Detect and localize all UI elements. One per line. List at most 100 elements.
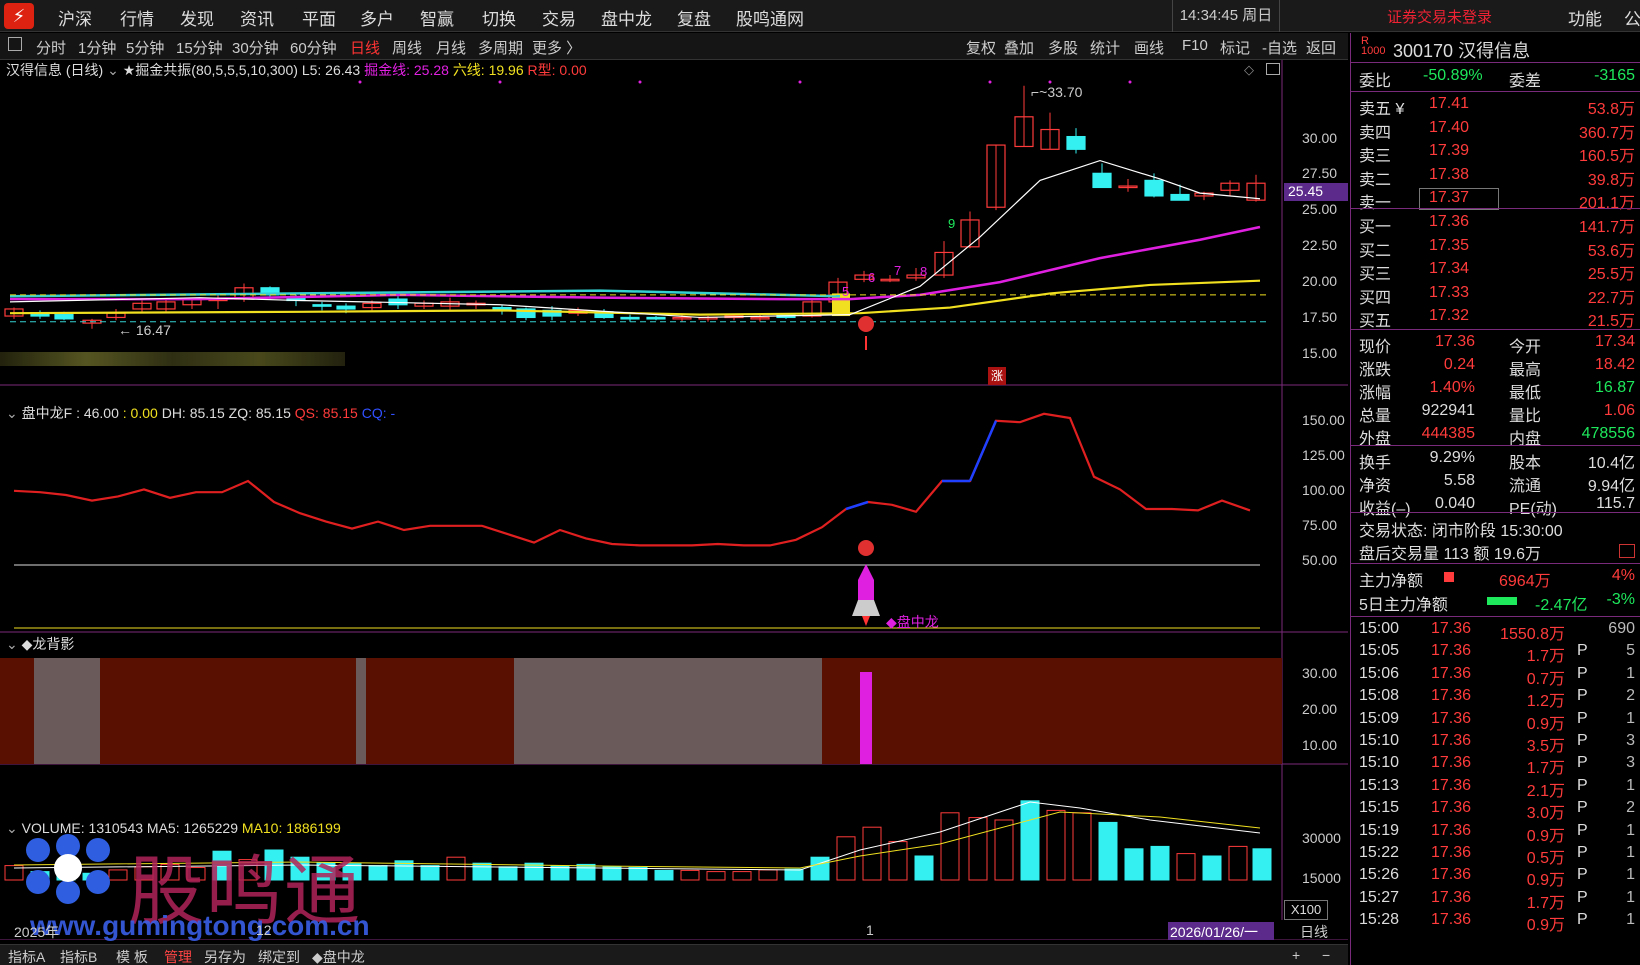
- zoom-out-button[interactable]: −: [1322, 947, 1330, 963]
- bottom-tab-6[interactable]: ◆盘中龙: [312, 947, 365, 965]
- tick-time: 15:08: [1359, 687, 1400, 705]
- candle-body-24: [620, 316, 640, 320]
- menu-item-8[interactable]: 交易: [542, 5, 576, 30]
- bid-row-3[interactable]: 买四 17.33 22.7万: [1359, 284, 1635, 307]
- indicator-name[interactable]: ★掘金共振(80,5,5,5,10,300): [123, 62, 298, 78]
- menu-item-2[interactable]: 发现: [180, 5, 214, 30]
- collapse-icon[interactable]: ⌄: [107, 62, 123, 78]
- tool-button-2[interactable]: 多股: [1048, 37, 1078, 58]
- volume-bar-48: [1252, 848, 1272, 881]
- volume-bar-35: [914, 855, 934, 881]
- fund-label: 换手: [1359, 455, 1392, 472]
- menu-item-6[interactable]: 智赢: [420, 5, 454, 30]
- tool-button-6[interactable]: 标记: [1220, 37, 1250, 58]
- tick-volume: 2.1万: [1526, 782, 1565, 800]
- tick-price: 17.36: [1431, 844, 1472, 861]
- menu-item-4[interactable]: 平面: [302, 5, 336, 30]
- kline-chart-area[interactable]: 汉得信息 (日线) ⌄ ★掘金共振(80,5,5,5,10,300) L5: 2…: [0, 60, 1348, 942]
- period-tab-7[interactable]: 周线: [392, 37, 422, 58]
- tool-button-3[interactable]: 统计: [1090, 37, 1120, 58]
- bid-label: 买四: [1359, 289, 1392, 307]
- menu-item-11[interactable]: 股鸣通网: [736, 5, 804, 30]
- ask-row-0[interactable]: 卖五 ¥ 17.41 53.8万: [1359, 95, 1635, 118]
- chart-canvas[interactable]: [0, 60, 1348, 940]
- period-tab-4[interactable]: 30分钟: [232, 37, 279, 58]
- bid-row-4[interactable]: 买五 17.32 21.5万: [1359, 307, 1635, 330]
- function-menu[interactable]: 功能: [1568, 5, 1602, 30]
- quote-panel: R 1000 300170 汉得信息 委比 -50.89% 委差 -3165 卖五…: [1350, 33, 1640, 965]
- period-tab-5[interactable]: 60分钟: [290, 37, 337, 58]
- menu-overflow[interactable]: 公: [1624, 5, 1640, 30]
- bottom-tab-4[interactable]: 另存为: [204, 947, 246, 965]
- stat-label: 涨跌: [1359, 362, 1392, 379]
- period-tab-6[interactable]: 日线: [350, 37, 380, 58]
- shadow-title[interactable]: ◆龙背影: [22, 636, 75, 652]
- main-ytick-3: 22.50: [1302, 237, 1338, 253]
- sidebar-toggle-icon[interactable]: [8, 37, 22, 51]
- bid-row-2[interactable]: 买三 17.34 25.5万: [1359, 260, 1635, 283]
- ask-label: 卖五 ¥: [1359, 101, 1405, 118]
- tool-button-0[interactable]: 复权: [966, 37, 996, 58]
- bid-price: 17.35: [1429, 236, 1470, 254]
- tool-button-7[interactable]: -自选: [1262, 37, 1297, 58]
- tick-row-8: 15:15 17.36 3.0万 P 2: [1359, 799, 1635, 822]
- collapse-icon[interactable]: ⌄: [6, 405, 22, 421]
- vol-ytick-1: 15000: [1302, 870, 1341, 886]
- tick-flag: P: [1577, 754, 1588, 772]
- tool-button-8[interactable]: 返回: [1306, 37, 1336, 58]
- tick-count: 1: [1626, 709, 1635, 727]
- diamond-icon[interactable]: ◇: [1244, 62, 1254, 78]
- tool-button-5[interactable]: F10: [1182, 37, 1208, 54]
- window-toggle-icon[interactable]: [1266, 63, 1280, 75]
- menu-item-0[interactable]: 沪深: [58, 5, 92, 30]
- period-tab-2[interactable]: 5分钟: [126, 37, 164, 58]
- volume-bar-34: [888, 841, 908, 881]
- collapse-icon[interactable]: ⌄: [6, 636, 22, 652]
- ask-row-1[interactable]: 卖四 17.40 360.7万: [1359, 119, 1635, 142]
- indicator-title[interactable]: 盘中龙F : 46.00: [22, 405, 119, 421]
- volume-bar-31: [810, 856, 830, 881]
- menu-item-1[interactable]: 行情: [120, 5, 154, 30]
- rocket-fin-icon: [852, 600, 880, 616]
- period-tab-1[interactable]: 1分钟: [78, 37, 116, 58]
- tool-button-1[interactable]: 叠加: [1004, 37, 1034, 58]
- tool-button-4[interactable]: 画线: [1134, 37, 1164, 58]
- clock: 14:34:45 周日: [1172, 0, 1280, 32]
- stat-value: 17.36: [1434, 333, 1475, 350]
- bottom-tab-1[interactable]: 指标B: [60, 947, 97, 965]
- tick-flag: P: [1577, 642, 1588, 660]
- volume-bar-21: [550, 865, 570, 881]
- period-tab-3[interactable]: 15分钟: [176, 37, 223, 58]
- tick-count: 1: [1626, 888, 1635, 906]
- fund-label: 净资: [1359, 478, 1392, 495]
- login-status[interactable]: 证券交易未登录: [1387, 6, 1492, 27]
- menu-item-3[interactable]: 资讯: [240, 5, 274, 30]
- ask-row-2[interactable]: 卖三 17.39 160.5万: [1359, 142, 1635, 165]
- chart-icon[interactable]: [1619, 544, 1635, 558]
- ask-row-3[interactable]: 卖二 17.38 39.8万: [1359, 166, 1635, 189]
- menu-item-9[interactable]: 盘中龙: [601, 5, 652, 30]
- zoom-in-button[interactable]: +: [1292, 947, 1300, 963]
- tick-row-4: 15:09 17.36 0.9万 P 1: [1359, 709, 1635, 733]
- bid-row-0[interactable]: 买一 17.36 141.7万: [1359, 213, 1635, 236]
- menu-item-10[interactable]: 复盘: [677, 5, 711, 30]
- current-price-tag: 25.45: [1284, 183, 1348, 201]
- tick-count: 3: [1626, 754, 1635, 772]
- period-tab-0[interactable]: 分时: [36, 37, 66, 58]
- bottom-tab-2[interactable]: 模 板: [116, 947, 148, 965]
- stat-label: 最低: [1509, 385, 1542, 402]
- bottom-tab-3[interactable]: 管理: [164, 947, 192, 965]
- bottom-tab-5[interactable]: 绑定到: [258, 947, 300, 965]
- app-logo-icon[interactable]: ⚡: [4, 3, 34, 29]
- bid-row-1[interactable]: 买二 17.35 53.6万: [1359, 236, 1635, 260]
- top-menu-bar: ⚡ 14:34:45 周日 证券交易未登录 功能 公 沪深 行情 发现 资讯 平面 多户 智…: [0, 0, 1640, 32]
- period-tab-8[interactable]: 月线: [436, 37, 466, 58]
- tick-row-5: 15:10 17.36 3.5万 P 3: [1359, 732, 1635, 755]
- period-tab-9[interactable]: 多周期: [478, 37, 523, 58]
- period-tab-10[interactable]: 更多 〉: [532, 37, 581, 58]
- menu-item-5[interactable]: 多户: [360, 5, 394, 30]
- menu-item-7[interactable]: 切换: [482, 5, 516, 30]
- bottom-tab-0[interactable]: 指标A: [8, 947, 45, 965]
- ask-volume: 53.8万: [1587, 101, 1635, 118]
- axis-period[interactable]: 日线: [1300, 922, 1328, 942]
